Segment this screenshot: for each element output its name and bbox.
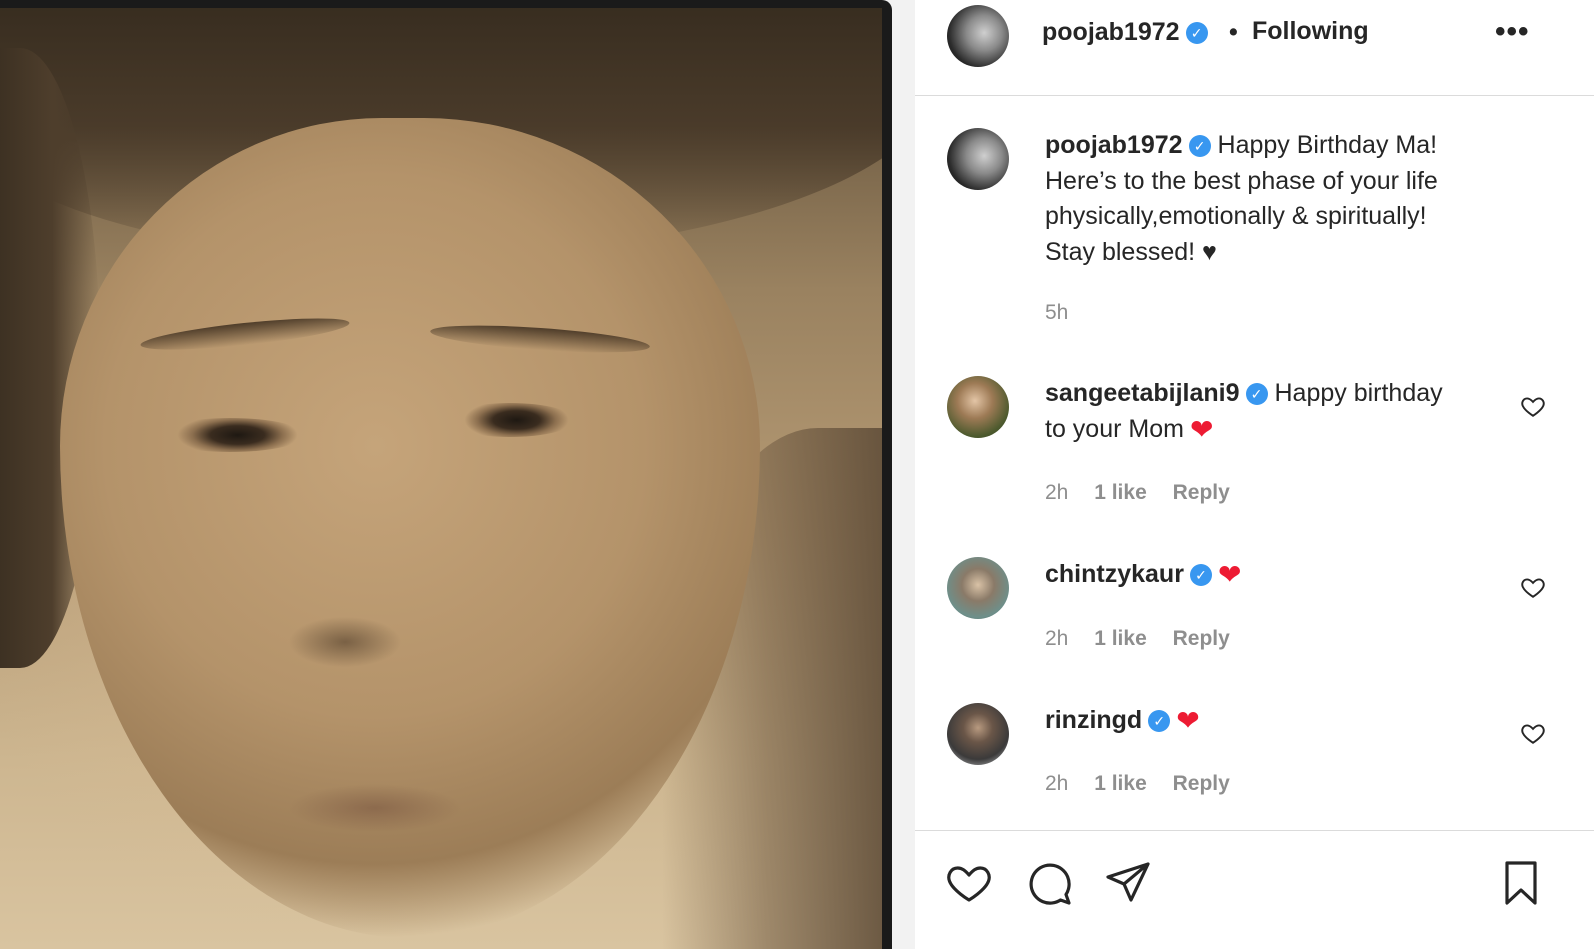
author-username-row[interactable]: poojab1972 ✓ [1042,18,1208,47]
comment-likes[interactable]: 1 like [1094,481,1147,504]
comment-likes[interactable]: 1 like [1094,627,1147,650]
photo-lips [260,768,490,848]
photo-face [60,118,760,938]
comment-username[interactable]: rinzingd [1045,706,1142,734]
verified-badge-icon: ✓ [1148,710,1171,732]
comment-meta: 2h 1 like Reply [1045,481,1250,505]
red-heart-emoji-icon: ❤ [1217,559,1242,590]
comment-reply-button[interactable]: Reply [1173,772,1230,795]
photo-brow-right [429,320,651,358]
bookmark-icon[interactable] [1497,859,1545,907]
post-sidebar: poojab1972 ✓ • Following ••• poojab1972 ✓ … [915,0,1594,949]
comment-avatar[interactable] [947,376,1009,438]
comment-text-line-1: Happy birthday [1274,379,1443,407]
caption: poojab1972 ✓ Happy Birthday Ma! Here’s to… [1045,128,1515,270]
caption-line-1: Happy Birthday Ma! [1217,131,1438,159]
comment-like-heart-icon[interactable] [1520,393,1546,419]
comment-time[interactable]: 2h [1045,481,1068,504]
comment-username[interactable]: sangeetabijlani9 [1045,379,1240,407]
comment-likes[interactable]: 1 like [1094,772,1147,795]
comment-icon[interactable] [1025,859,1073,907]
caption-timestamp[interactable]: 5h [1045,301,1068,325]
photo-eye-right [445,403,575,437]
comment-time[interactable]: 2h [1045,772,1068,795]
header-separator-dot: • [1229,18,1238,46]
comment-body: chintzykaur ✓ ❤ [1045,557,1515,593]
caption-line-4: Stay blessed! ♥ [1045,237,1217,266]
comment-time[interactable]: 2h [1045,627,1068,650]
comment-like-heart-icon[interactable] [1520,720,1546,746]
comment-avatar[interactable] [947,703,1009,765]
caption-avatar[interactable] [947,128,1009,190]
author-username[interactable]: poojab1972 [1042,18,1180,46]
comment-avatar[interactable] [947,557,1009,619]
actions-divider [915,830,1594,831]
verified-badge-icon: ✓ [1185,22,1208,44]
post-header: poojab1972 ✓ • Following ••• [915,0,1594,96]
caption-username[interactable]: poojab1972 [1045,131,1183,159]
verified-badge-icon: ✓ [1245,383,1268,405]
photo-nose [265,588,425,678]
red-heart-emoji-icon: ❤ [1189,413,1214,445]
share-icon[interactable] [1104,859,1152,907]
comment-meta: 2h 1 like Reply [1045,627,1250,651]
caption-line-3: physically,emotionally & spiritually! [1045,202,1427,230]
comment-meta: 2h 1 like Reply [1045,772,1250,796]
comment-username[interactable]: chintzykaur [1045,560,1184,588]
comment-reply-button[interactable]: Reply [1173,481,1230,504]
photo-eye-left [155,418,305,452]
author-avatar[interactable] [947,5,1009,67]
photo-brow-left [139,312,351,356]
following-button[interactable]: Following [1252,17,1369,46]
comment-body: sangeetabijlani9 ✓ Happy birthday to your… [1045,376,1515,447]
comment-reply-button[interactable]: Reply [1173,627,1230,650]
post-photo[interactable] [0,8,882,949]
verified-badge-icon: ✓ [1189,564,1212,586]
verified-badge-icon: ✓ [1188,135,1211,157]
caption-line-2: Here’s to the best phase of your life [1045,166,1438,195]
red-heart-emoji-icon: ❤ [1176,705,1200,736]
like-heart-icon[interactable] [945,859,993,907]
post-photo-panel [0,0,915,949]
comment-like-heart-icon[interactable] [1520,574,1546,600]
comment-text-line-2: to your Mom [1045,414,1184,443]
more-options-icon[interactable]: ••• [1495,15,1530,49]
post-photo-frame [0,0,892,949]
comment-body: rinzingd ✓ ❤ [1045,703,1515,739]
